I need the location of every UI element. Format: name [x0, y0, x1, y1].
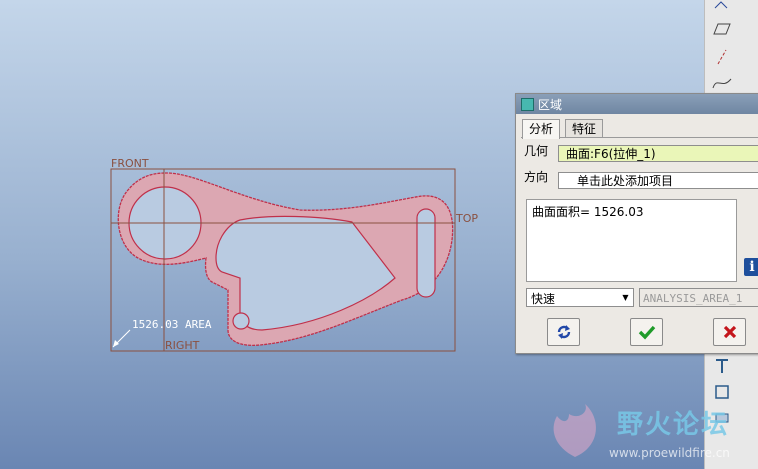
- check-icon: [638, 325, 655, 340]
- part-slot: [416, 208, 436, 298]
- accept-button[interactable]: [630, 318, 663, 346]
- dialog-titlebar[interactable]: 区域: [516, 94, 758, 114]
- info-icon[interactable]: i: [744, 258, 758, 276]
- datum-label-top: TOP: [455, 212, 478, 225]
- mode-select[interactable]: 快速 ▼: [526, 288, 634, 307]
- forum-watermark: 野火论坛 www.proewildfire.cn: [545, 400, 758, 469]
- watermark-url: www.proewildfire.cn: [609, 446, 730, 460]
- refresh-icon: [557, 325, 570, 339]
- tab-feature[interactable]: 特征: [565, 119, 604, 138]
- analysis-name-field[interactable]: ANALYSIS_AREA_1: [639, 288, 758, 307]
- cancel-button[interactable]: [713, 318, 746, 346]
- tab-analysis[interactable]: 分析: [522, 119, 561, 139]
- geometry-field[interactable]: 曲面:F6(拉伸_1): [558, 145, 758, 162]
- result-textbox: 曲面面积= 1526.03: [526, 199, 737, 282]
- plane-icon[interactable]: [709, 18, 735, 40]
- area-annotation: 1526.03 AREA: [132, 318, 212, 331]
- sketch-point-icon[interactable]: [709, 0, 735, 16]
- part-small-hole: [232, 312, 250, 330]
- close-icon: [723, 325, 736, 339]
- dialog-app-icon: [521, 98, 534, 111]
- direction-label: 方向: [524, 170, 549, 184]
- area-analysis-dialog: 区域 分析 特征 几何 曲面:F6(拉伸_1) 方向 单击此处添加项目 曲面面积…: [515, 93, 758, 354]
- geometry-label: 几何: [524, 144, 549, 158]
- axis-icon[interactable]: [709, 46, 735, 68]
- mode-select-value: 快速: [531, 292, 556, 306]
- datum-label-front: FRONT: [111, 157, 149, 170]
- curve-icon[interactable]: [709, 72, 735, 94]
- dialog-title: 区域: [538, 98, 563, 112]
- direction-field[interactable]: 单击此处添加项目: [558, 172, 758, 189]
- datum-label-right: RIGHT: [165, 339, 200, 352]
- repeat-button[interactable]: [547, 318, 580, 346]
- flame-logo-icon: [553, 404, 596, 457]
- chevron-down-icon[interactable]: ▼: [618, 289, 633, 306]
- watermark-title: 野火论坛: [617, 410, 730, 440]
